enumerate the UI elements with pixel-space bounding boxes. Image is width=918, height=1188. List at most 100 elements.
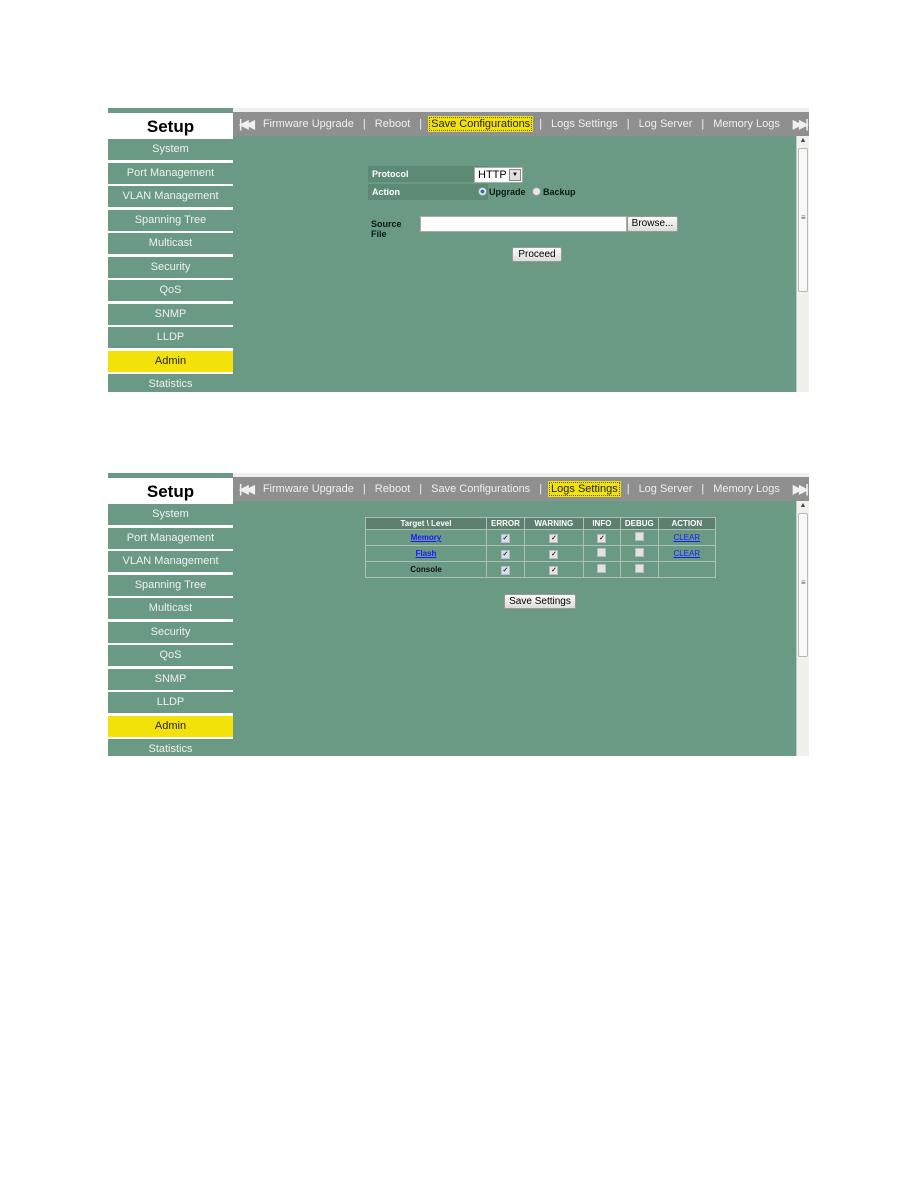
backup-radio[interactable] (532, 187, 542, 197)
menu-separator: | (419, 118, 423, 130)
sidebar-item-vlan-management[interactable]: VLAN Management (108, 551, 233, 573)
sidebar-item-lldp[interactable]: LLDP (108, 692, 233, 714)
tab-firmware-upgrade[interactable]: Firmware Upgrade (260, 481, 357, 497)
action-cell: CLEAR (657, 529, 716, 546)
sidebar-item-spanning-tree[interactable]: Spanning Tree (108, 209, 233, 232)
first-page-icon[interactable]: |◀◀ (233, 482, 260, 496)
vertical-scrollbar[interactable]: ▲ ≡ (796, 501, 809, 756)
error-checkbox[interactable]: ✓ (500, 533, 510, 543)
tab-memory-logs[interactable]: Memory Logs (710, 116, 783, 132)
chevron-down-icon[interactable]: ▼ (509, 169, 521, 181)
sidebar-item-security[interactable]: Security (108, 621, 233, 644)
sidebar-item-snmp[interactable]: SNMP (108, 303, 233, 326)
tab-memory-logs[interactable]: Memory Logs (710, 481, 783, 497)
tab-log-server[interactable]: Log Server (636, 481, 696, 497)
tab-save-configurations[interactable]: Save Configurations (428, 481, 533, 497)
error-cell: ✓ (486, 561, 525, 578)
save-settings-button[interactable]: Save Settings (504, 594, 576, 609)
warning-checkbox[interactable]: ✓ (549, 549, 559, 559)
menu-separator: | (626, 483, 630, 495)
sidebar-item-statistics[interactable]: Statistics (108, 739, 233, 756)
sidebar-item-security[interactable]: Security (108, 256, 233, 279)
protocol-select[interactable]: HTTP ▼ (474, 167, 523, 183)
admin-menu-bar: |◀◀ Firmware Upgrade | Reboot | Save Con… (233, 477, 809, 501)
clear-link[interactable]: CLEAR (673, 533, 700, 542)
sidebar-item-spanning-tree[interactable]: Spanning Tree (108, 574, 233, 597)
vertical-scrollbar[interactable]: ▲ ≡ (796, 136, 809, 392)
info-checkbox[interactable]: ✓ (597, 533, 607, 543)
menu-separator: | (419, 483, 423, 495)
tab-firmware-upgrade[interactable]: Firmware Upgrade (260, 116, 357, 132)
menu-separator: | (362, 483, 366, 495)
tab-reboot[interactable]: Reboot (372, 481, 413, 497)
sidebar: Setup System Port Management VLAN Manage… (108, 473, 233, 756)
column-header-action: ACTION (657, 517, 716, 530)
tab-log-server[interactable]: Log Server (636, 116, 696, 132)
sidebar-item-lldp[interactable]: LLDP (108, 327, 233, 349)
sidebar-title: Setup (108, 478, 233, 504)
sidebar-item-statistics[interactable]: Statistics (108, 374, 233, 392)
tab-logs-settings[interactable]: Logs Settings (548, 116, 621, 132)
scrollbar-thumb[interactable]: ≡ (798, 513, 808, 657)
sidebar-item-admin[interactable]: Admin (108, 715, 233, 738)
protocol-value: HTTP (478, 169, 507, 181)
sidebar-item-port-management[interactable]: Port Management (108, 162, 233, 185)
sidebar-item-multicast[interactable]: Multicast (108, 598, 233, 620)
warning-cell: ✓ (523, 561, 584, 578)
target-cell: Console (365, 561, 487, 578)
grip-icon: ≡ (801, 578, 806, 587)
sidebar-item-snmp[interactable]: SNMP (108, 668, 233, 691)
warning-checkbox[interactable]: ✓ (549, 533, 559, 543)
debug-checkbox[interactable] (634, 564, 644, 573)
info-checkbox[interactable] (597, 564, 607, 573)
info-cell (582, 561, 621, 578)
source-file-label: Source File (371, 219, 402, 239)
source-file-input[interactable] (420, 216, 627, 232)
menu-separator: | (362, 118, 366, 130)
target-link[interactable]: Flash (416, 549, 437, 558)
target-link[interactable]: Memory (411, 533, 442, 542)
last-page-icon[interactable]: ▶▶| (783, 117, 809, 131)
warning-checkbox[interactable]: ✓ (549, 565, 559, 575)
debug-checkbox[interactable] (634, 532, 644, 541)
debug-cell (619, 561, 659, 578)
tab-logs-settings[interactable]: Logs Settings (548, 481, 621, 497)
debug-cell (619, 545, 659, 562)
sidebar-item-vlan-management[interactable]: VLAN Management (108, 186, 233, 208)
admin-menu-bar: |◀◀ Firmware Upgrade | Reboot | Save Con… (233, 112, 809, 136)
sidebar-item-multicast[interactable]: Multicast (108, 233, 233, 255)
scroll-up-icon[interactable]: ▲ (797, 136, 809, 146)
scrollbar-thumb[interactable]: ≡ (798, 148, 808, 292)
clear-link[interactable]: CLEAR (673, 549, 700, 558)
sidebar-item-system[interactable]: System (108, 504, 233, 526)
error-checkbox[interactable]: ✓ (500, 565, 510, 575)
sidebar-item-admin[interactable]: Admin (108, 350, 233, 373)
menu-separator: | (539, 483, 543, 495)
save-configurations-screen: Setup System Port Management VLAN Manage… (108, 108, 809, 392)
upgrade-radio-label: Upgrade (489, 186, 526, 197)
sidebar-item-port-management[interactable]: Port Management (108, 527, 233, 550)
menu-separator: | (701, 118, 705, 130)
tab-save-configurations[interactable]: Save Configurations (428, 116, 534, 132)
backup-radio-label: Backup (543, 186, 576, 197)
sidebar-item-system[interactable]: System (108, 139, 233, 161)
log-levels-table: Target \ Level ERROR WARNING INFO DEBUG … (365, 517, 716, 578)
tab-reboot[interactable]: Reboot (372, 116, 413, 132)
proceed-button[interactable]: Proceed (512, 247, 562, 262)
scroll-up-icon[interactable]: ▲ (797, 501, 809, 511)
main-content: Protocol HTTP ▼ Action Upgrade Backup So… (233, 136, 797, 392)
action-cell (657, 561, 716, 578)
target-cell: Memory (365, 529, 487, 546)
table-row: Flash ✓ ✓ CLEAR (365, 545, 716, 562)
info-checkbox[interactable] (597, 548, 607, 557)
browse-button[interactable]: Browse... (627, 216, 678, 232)
sidebar-item-qos[interactable]: QoS (108, 280, 233, 302)
last-page-icon[interactable]: ▶▶| (783, 482, 809, 496)
logs-settings-screen: Setup System Port Management VLAN Manage… (108, 473, 809, 756)
debug-checkbox[interactable] (634, 548, 644, 557)
upgrade-radio[interactable] (478, 187, 487, 197)
error-checkbox[interactable]: ✓ (500, 549, 510, 559)
first-page-icon[interactable]: |◀◀ (233, 117, 260, 131)
error-cell: ✓ (486, 529, 525, 546)
sidebar-item-qos[interactable]: QoS (108, 645, 233, 667)
